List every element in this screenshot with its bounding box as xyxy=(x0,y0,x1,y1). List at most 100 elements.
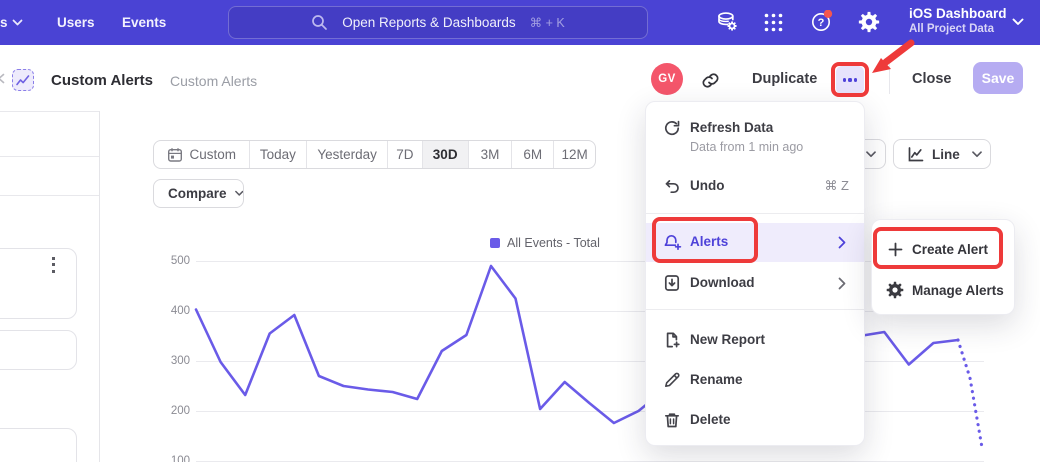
y-axis-label: 500 xyxy=(146,253,190,269)
search-input[interactable]: Open Reports & Dashboards ⌘ + K xyxy=(228,6,648,39)
menu-item-alerts[interactable]: Alerts xyxy=(646,223,864,262)
chevron-down-icon xyxy=(972,151,982,158)
range-6m[interactable]: 6M xyxy=(511,141,553,168)
compare-button[interactable]: Compare xyxy=(153,179,244,208)
header-divider xyxy=(889,64,890,94)
sidebar-vertical-divider xyxy=(99,111,100,462)
plus-icon xyxy=(888,242,903,257)
search-placeholder: Open Reports & Dashboards xyxy=(342,15,515,30)
sidebar-card[interactable] xyxy=(0,428,77,462)
range-12m[interactable]: 12M xyxy=(553,141,595,168)
sidebar-card[interactable] xyxy=(0,330,77,370)
chevron-right-icon xyxy=(838,236,846,249)
menu-item-refresh-data[interactable]: Refresh Data xyxy=(690,119,773,137)
submenu-item-create-alert[interactable]: Create Alert xyxy=(912,241,988,259)
calendar-icon xyxy=(167,147,183,163)
menu-divider xyxy=(646,213,864,214)
menu-item-new-report[interactable]: New Report xyxy=(690,331,765,349)
gridline xyxy=(196,311,984,312)
nav-item-events[interactable]: Events xyxy=(122,0,166,45)
chart-type-label: Line xyxy=(932,147,960,162)
download-icon xyxy=(663,274,681,292)
date-range-control: Custom Today Yesterday 7D 30D 3M 6M 12M xyxy=(153,140,596,169)
line-chart-icon xyxy=(907,146,924,163)
y-axis-label: 300 xyxy=(146,353,190,369)
y-axis-label: 400 xyxy=(146,303,190,319)
sidebar-card[interactable] xyxy=(0,248,77,319)
range-3m[interactable]: 3M xyxy=(468,141,512,168)
rename-pencil-icon xyxy=(663,371,681,389)
chevron-down-icon xyxy=(1012,18,1024,27)
alerts-label: Alerts xyxy=(690,233,728,251)
gridline xyxy=(196,361,984,362)
duplicate-button[interactable]: Duplicate xyxy=(752,71,817,87)
manage-gear-icon xyxy=(886,281,904,299)
range-label: 7D xyxy=(396,147,413,162)
save-label: Save xyxy=(982,70,1015,86)
chevron-right-icon xyxy=(838,277,846,290)
delete-trash-icon xyxy=(663,411,681,429)
range-today[interactable]: Today xyxy=(249,141,307,168)
data-management-icon[interactable] xyxy=(716,11,738,33)
legend-label: All Events - Total xyxy=(507,236,600,250)
gridline xyxy=(196,261,984,262)
refresh-data-subtext: Data from 1 min ago xyxy=(690,139,803,155)
range-30d[interactable]: 30D xyxy=(422,141,468,168)
close-button[interactable]: Close xyxy=(912,71,952,87)
svg-text:?: ? xyxy=(818,17,825,29)
help-icon[interactable]: ? xyxy=(810,10,834,34)
range-yesterday[interactable]: Yesterday xyxy=(306,141,387,168)
more-options-button[interactable] xyxy=(836,66,864,94)
range-label: 6M xyxy=(523,147,542,162)
compare-label: Compare xyxy=(168,186,227,201)
search-icon xyxy=(311,14,328,31)
project-name[interactable]: iOS Dashboard xyxy=(909,6,1007,21)
new-report-icon xyxy=(663,331,681,349)
submenu-item-manage-alerts[interactable]: Manage Alerts xyxy=(912,282,1004,300)
chart-type-button[interactable]: Line xyxy=(893,139,991,169)
menu-divider xyxy=(646,309,864,310)
range-label: Custom xyxy=(190,147,237,162)
top-navbar: s Users Events Open Reports & Dashboards… xyxy=(0,0,1040,45)
legend-swatch xyxy=(490,238,500,248)
kebab-menu-icon[interactable] xyxy=(46,257,60,273)
sidebar-divider xyxy=(0,156,99,157)
avatar-initials: GV xyxy=(658,73,676,85)
range-label: 12M xyxy=(561,147,587,162)
alert-bell-icon xyxy=(663,233,682,252)
copy-link-icon[interactable] xyxy=(701,71,720,90)
breadcrumb: Custom Alerts xyxy=(170,52,257,102)
page-title: Custom Alerts xyxy=(51,52,153,102)
save-button[interactable]: Save xyxy=(973,62,1023,94)
y-axis-label: 200 xyxy=(146,403,190,419)
gridline xyxy=(196,411,984,412)
y-axis-label: 100 xyxy=(146,453,190,462)
settings-gear-icon[interactable] xyxy=(858,11,880,33)
range-custom[interactable]: Custom xyxy=(154,141,249,168)
alerts-submenu: Create Alert Manage Alerts xyxy=(871,219,1015,315)
nav-item-users[interactable]: Users xyxy=(57,0,95,45)
search-shortcut: ⌘ + K xyxy=(530,15,565,30)
report-icon xyxy=(12,69,34,91)
menu-item-undo[interactable]: Undo xyxy=(690,177,725,195)
nav-item-partial[interactable]: s xyxy=(0,0,8,45)
range-label: Yesterday xyxy=(317,147,377,162)
project-scope: All Project Data xyxy=(909,23,994,36)
collapsed-chevron-icon[interactable] xyxy=(0,73,5,84)
report-header xyxy=(0,45,1040,110)
chevron-down-icon xyxy=(12,19,23,27)
undo-icon xyxy=(663,177,681,195)
avatar[interactable]: GV xyxy=(651,63,683,95)
apps-grid-icon[interactable] xyxy=(763,12,784,33)
menu-item-delete[interactable]: Delete xyxy=(690,411,731,429)
context-menu: Refresh Data Data from 1 min ago Undo ⌘ … xyxy=(645,101,865,446)
forecast-dotted-line xyxy=(958,340,982,448)
range-7d[interactable]: 7D xyxy=(387,141,422,168)
sidebar-divider xyxy=(0,195,99,196)
chevron-down-icon xyxy=(235,190,243,197)
range-label: 30D xyxy=(433,147,458,162)
range-label: Today xyxy=(260,147,296,162)
menu-item-rename[interactable]: Rename xyxy=(690,371,743,389)
undo-shortcut: ⌘ Z xyxy=(809,178,849,194)
menu-item-download[interactable]: Download xyxy=(690,274,755,292)
